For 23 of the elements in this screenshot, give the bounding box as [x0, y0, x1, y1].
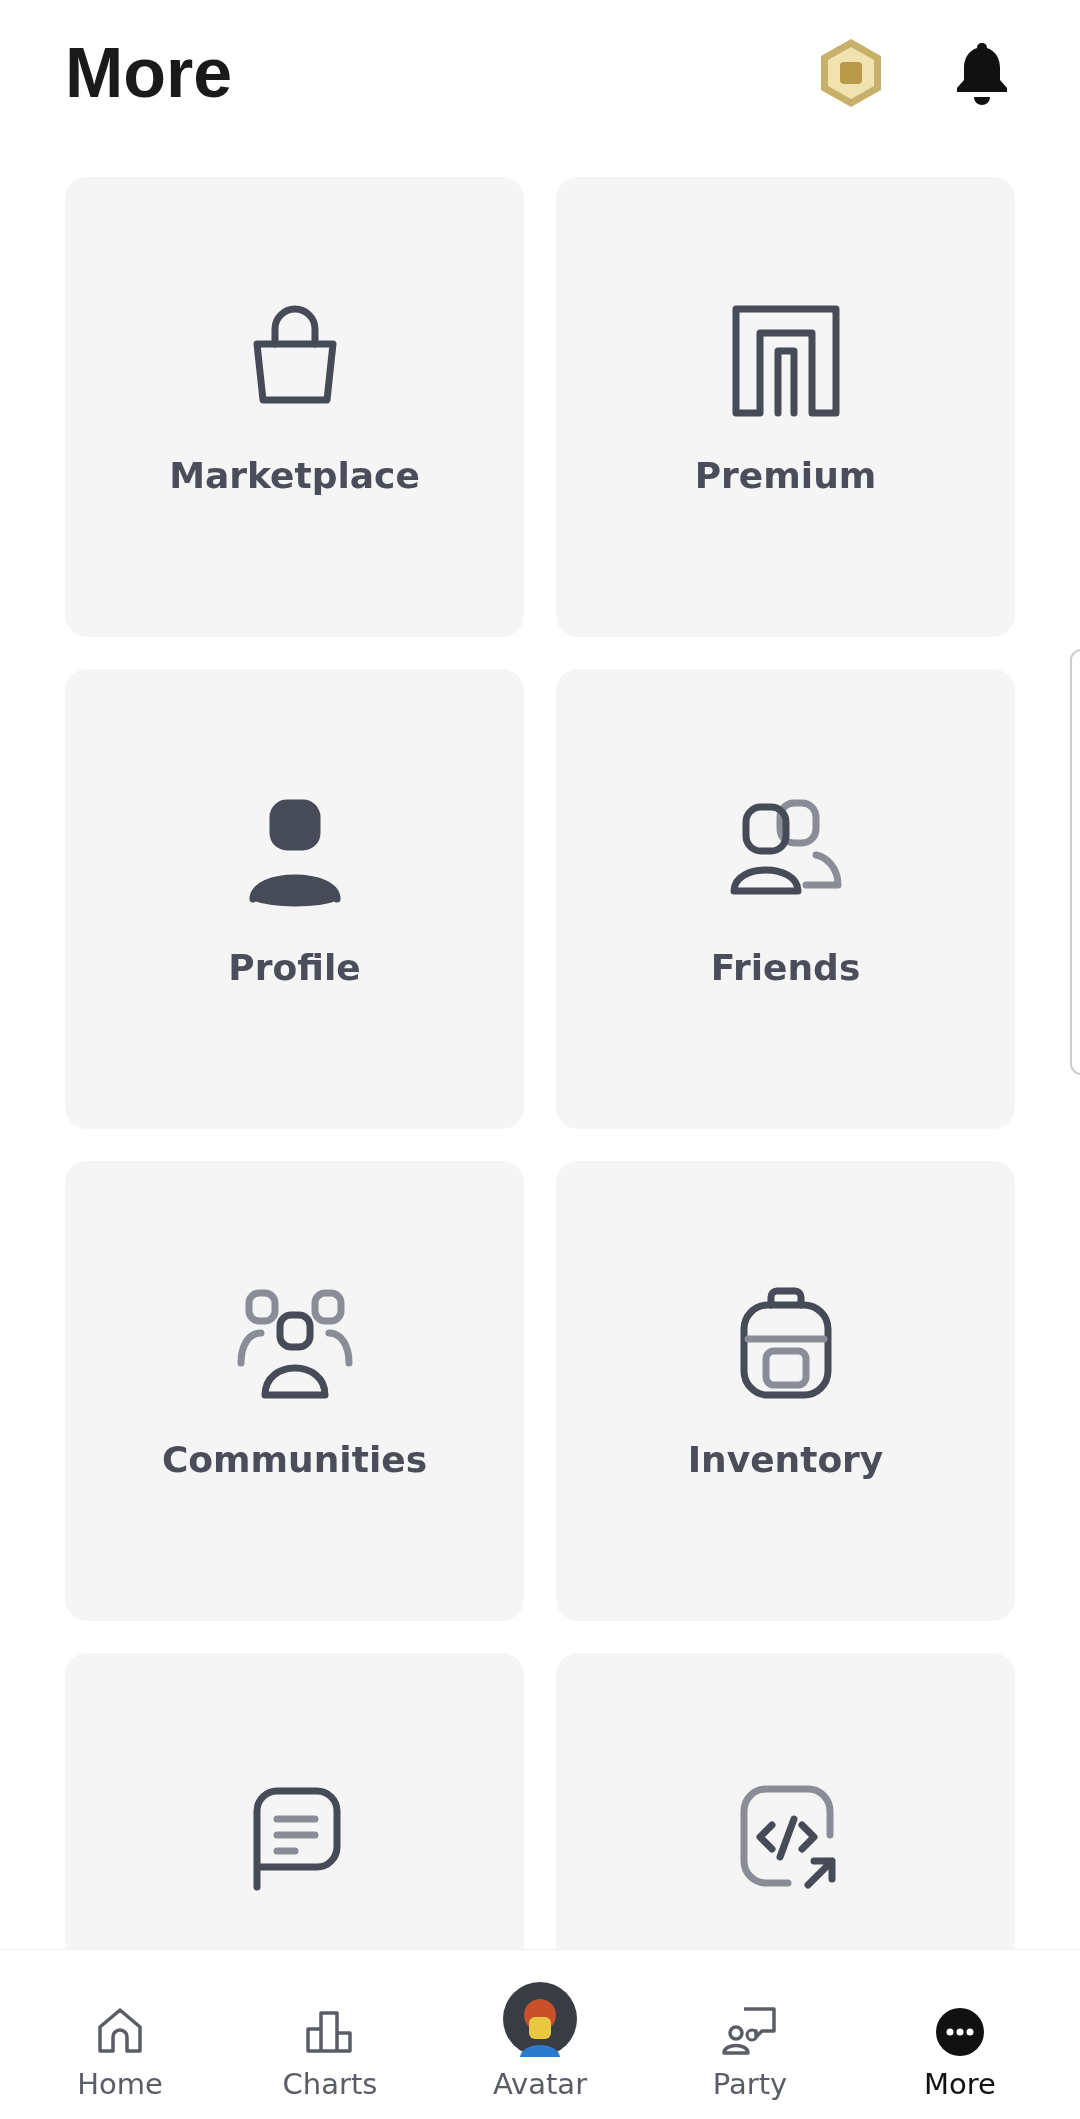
nav-tab[interactable]: Party: [645, 1950, 855, 2119]
coin-icon[interactable]: [818, 37, 884, 109]
menu-tile[interactable]: Inventory: [556, 1161, 1015, 1621]
tile-label: Inventory: [687, 1439, 884, 1480]
menu-tile[interactable]: Premium: [556, 177, 1015, 637]
tile-label: Marketplace: [169, 455, 420, 496]
tile-label: Premium: [694, 455, 877, 496]
menu-tile[interactable]: Marketplace: [65, 177, 524, 637]
nav-tab[interactable]: More: [855, 1950, 1065, 2119]
party-icon: [722, 2005, 778, 2057]
menu-tile[interactable]: Profile: [65, 669, 524, 1129]
nav-tab[interactable]: Charts: [225, 1950, 435, 2119]
menu-tile[interactable]: Friends: [556, 669, 1015, 1129]
nav-tab[interactable]: Home: [15, 1950, 225, 2119]
menu-tile[interactable]: Communities: [65, 1161, 524, 1621]
more-icon: [935, 2007, 985, 2057]
tile-label: Friends: [710, 947, 861, 988]
tile-label: Communities: [161, 1439, 428, 1480]
page-title: More: [65, 33, 233, 113]
nav-tab[interactable]: Avatar: [435, 1950, 645, 2119]
tile-label: Profile: [228, 947, 361, 988]
avatar-icon: [502, 1981, 578, 2057]
bell-icon[interactable]: [954, 41, 1010, 105]
